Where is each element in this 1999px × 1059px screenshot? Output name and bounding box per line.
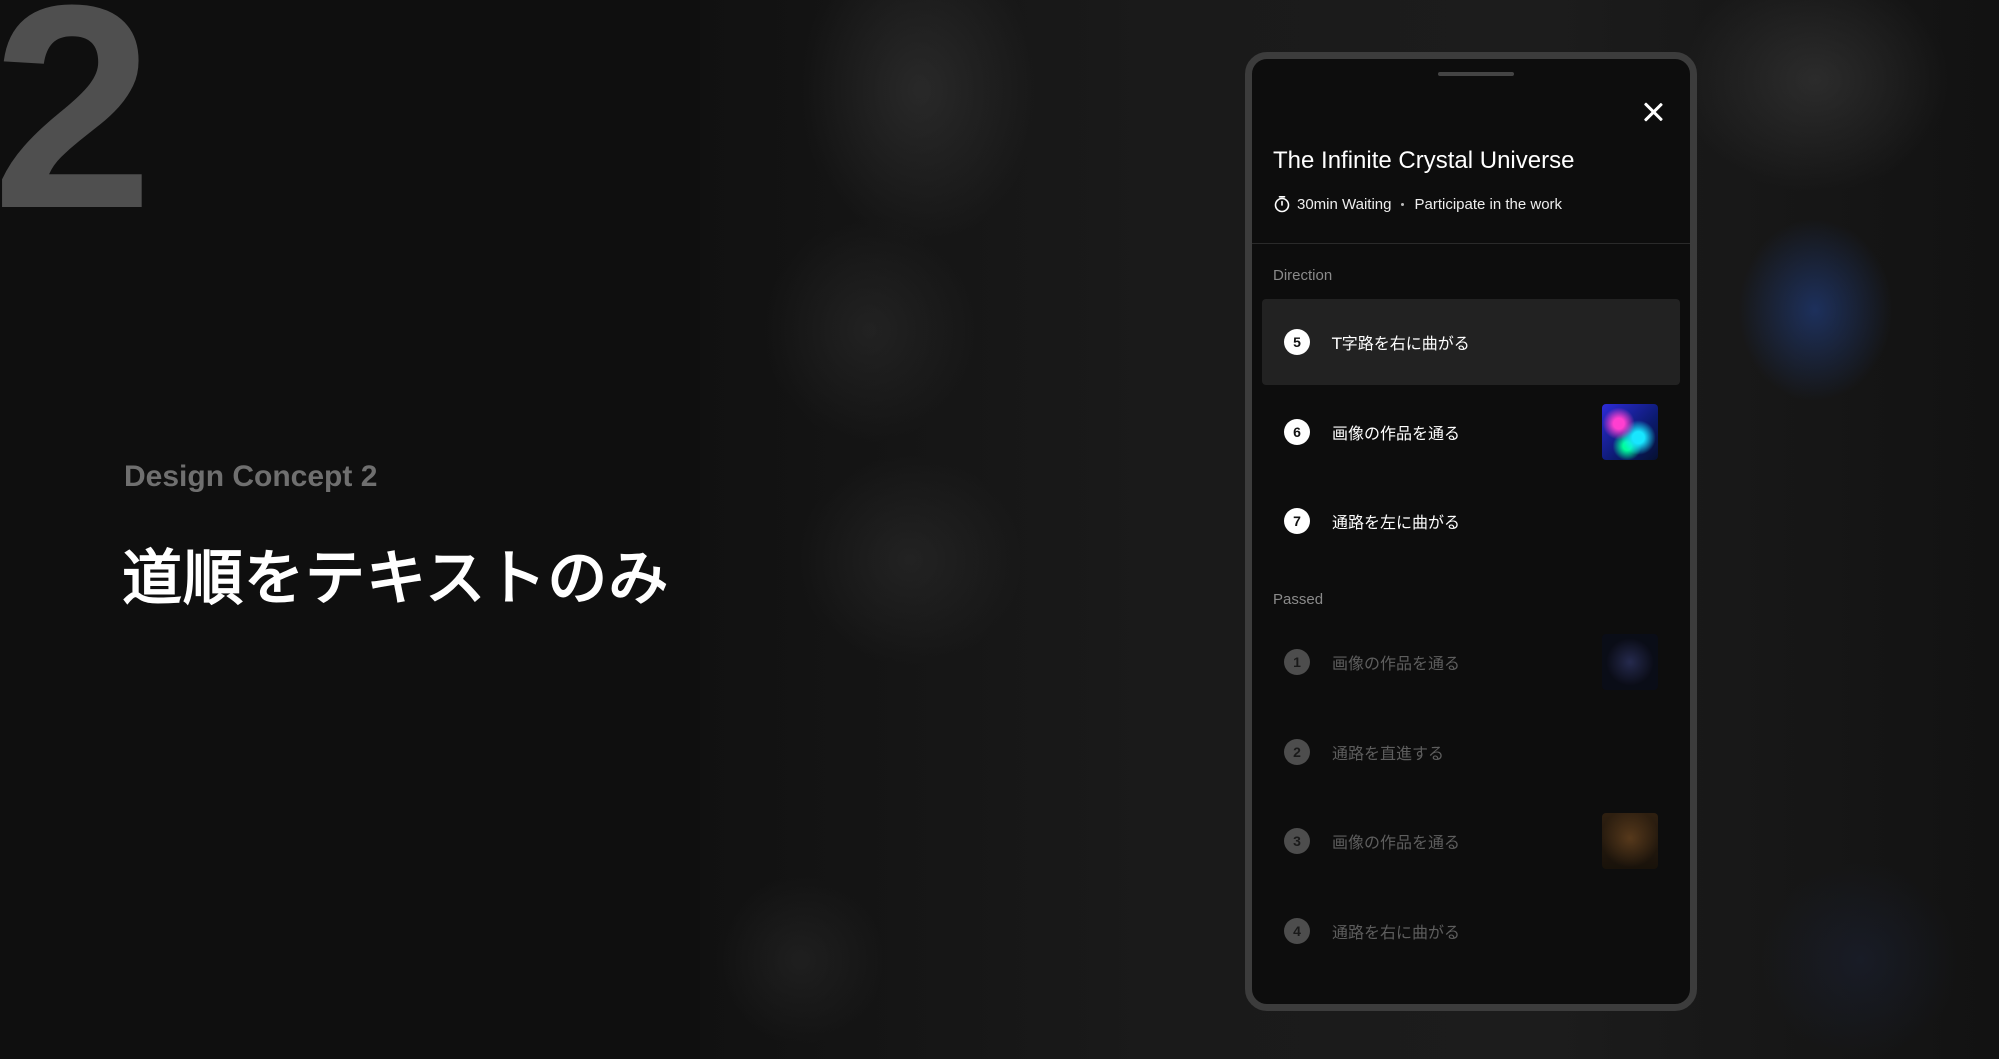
stopwatch-icon [1274, 195, 1290, 213]
step-label: 画像の作品を通る [1332, 424, 1461, 443]
step-number-badge: 7 [1284, 508, 1310, 534]
passed-step[interactable]: 4 通路を右に曲がる [1262, 888, 1680, 974]
step-label: 通路を直進する [1332, 744, 1445, 763]
artwork-thumbnail [1602, 634, 1658, 690]
sheet-drag-handle[interactable] [1438, 72, 1514, 76]
step-number-badge: 5 [1284, 329, 1310, 355]
panel-meta: 30min Waiting Participate in the work [1273, 195, 1562, 213]
close-icon[interactable] [1640, 99, 1666, 125]
participate-link[interactable]: Participate in the work [1414, 196, 1562, 213]
divider [1252, 243, 1690, 244]
passed-step[interactable]: 3 画像の作品を通る [1262, 798, 1680, 884]
step-number-badge: 6 [1284, 419, 1310, 445]
passed-step[interactable]: 1 画像の作品を通る [1262, 619, 1680, 705]
step-label: 画像の作品を通る [1332, 654, 1461, 673]
waiting-time: 30min Waiting [1297, 195, 1392, 213]
step-number-badge: 1 [1284, 649, 1310, 675]
panel-title: The Infinite Crystal Universe [1273, 147, 1575, 174]
step-number-badge: 2 [1284, 739, 1310, 765]
phone-frame: The Infinite Crystal Universe 30min Wait… [1245, 52, 1697, 1011]
step-label: 通路を右に曲がる [1332, 923, 1461, 942]
artwork-thumbnail [1602, 813, 1658, 869]
passed-heading: Passed [1273, 591, 1324, 608]
slide-number: 2 [0, 0, 153, 269]
direction-heading: Direction [1273, 267, 1333, 284]
concept-label: Design Concept 2 [124, 460, 378, 493]
direction-step[interactable]: 7 通路を左に曲がる [1262, 478, 1680, 564]
direction-step-current[interactable]: 5 T字路を右に曲がる [1262, 299, 1680, 385]
step-label: 画像の作品を通る [1332, 833, 1461, 852]
passed-step[interactable]: 2 通路を直進する [1262, 709, 1680, 795]
separator-dot [1401, 202, 1405, 206]
step-number-badge: 4 [1284, 918, 1310, 944]
artwork-thumbnail [1602, 404, 1658, 460]
direction-step[interactable]: 6 画像の作品を通る [1262, 389, 1680, 475]
step-label: T字路を右に曲がる [1332, 334, 1470, 353]
concept-title: 道順をテキストのみ [122, 544, 670, 614]
step-label: 通路を左に曲がる [1332, 513, 1461, 532]
step-number-badge: 3 [1284, 828, 1310, 854]
